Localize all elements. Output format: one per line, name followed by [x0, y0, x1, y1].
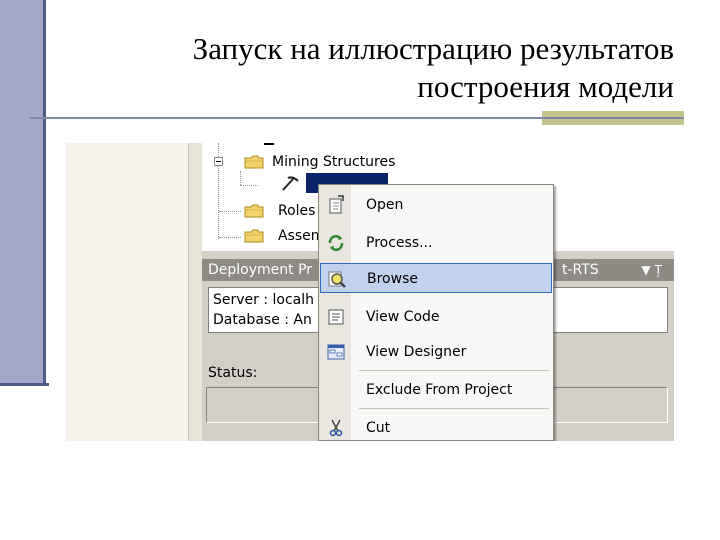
menu-item-label: Browse: [367, 271, 418, 287]
slide-title-line2: построения модели: [417, 69, 674, 104]
view-designer-icon: [327, 344, 345, 360]
pin-icon[interactable]: Ț: [655, 263, 666, 277]
folder-icon: [244, 155, 264, 169]
title-underline: [30, 117, 684, 119]
menu-item-label: Exclude From Project: [366, 382, 513, 398]
menu-item-view-code[interactable]: View Code: [320, 302, 552, 332]
tree-item-label: Roles: [278, 203, 316, 219]
menu-item-label: View Designer: [366, 344, 467, 360]
pane-splitter[interactable]: [188, 143, 202, 441]
screenshot-left-pane: [66, 143, 188, 441]
tree-item-label: Mining Structures: [272, 154, 396, 170]
database-value: An: [293, 312, 312, 328]
tree-guide-line: [219, 237, 241, 238]
open-document-icon: [329, 195, 344, 214]
browse-magnifier-icon: [328, 271, 346, 288]
menu-item-cut[interactable]: Cut: [320, 413, 552, 441]
view-code-icon: [328, 309, 344, 325]
scissors-icon: [329, 419, 343, 437]
menu-item-exclude-from-project[interactable]: Exclude From Project: [320, 375, 552, 405]
menu-item-process[interactable]: Process...: [320, 228, 552, 258]
server-label: Server :: [213, 292, 269, 308]
folder-icon: [244, 229, 264, 243]
menu-item-view-designer[interactable]: View Designer: [320, 337, 552, 367]
deployment-panel-project: t-RTS: [562, 262, 599, 278]
tree-collapse-icon[interactable]: [214, 157, 223, 166]
folder-icon: [244, 204, 264, 218]
tree-partial-item: [264, 143, 274, 145]
slide-left-bar-base: [0, 383, 49, 386]
panel-dock-buttons[interactable]: ▼Ț: [641, 259, 666, 281]
menu-item-label: Open: [366, 197, 404, 213]
slide-title-line1: Запуск на иллюстрацию результатов: [192, 31, 674, 66]
tree-guide-line: [240, 171, 241, 185]
process-icon: [328, 235, 344, 251]
database-label: Database :: [213, 312, 289, 328]
menu-item-label: Process...: [366, 235, 433, 251]
menu-separator: [359, 370, 549, 371]
deployment-panel-title: Deployment Pr: [208, 262, 313, 278]
menu-item-browse[interactable]: Browse: [320, 263, 552, 293]
slide-title: Запуск на иллюстрацию результатов постро…: [34, 30, 674, 106]
tree-guide-line: [219, 211, 241, 212]
menu-item-open[interactable]: Open: [320, 190, 552, 220]
menu-item-label: View Code: [366, 309, 440, 325]
menu-item-label: Cut: [366, 420, 391, 436]
embedded-screenshot: Mining Structures Roles Assemblies Dep: [66, 143, 674, 441]
menu-separator: [359, 408, 549, 409]
dropdown-icon[interactable]: ▼: [641, 263, 654, 277]
status-label: Status:: [208, 365, 258, 381]
mining-model-icon: [282, 176, 299, 191]
context-menu: Open Process... Browse View Code View De…: [318, 184, 554, 441]
tree-guide-line: [240, 185, 258, 186]
server-value: localh: [272, 292, 315, 308]
